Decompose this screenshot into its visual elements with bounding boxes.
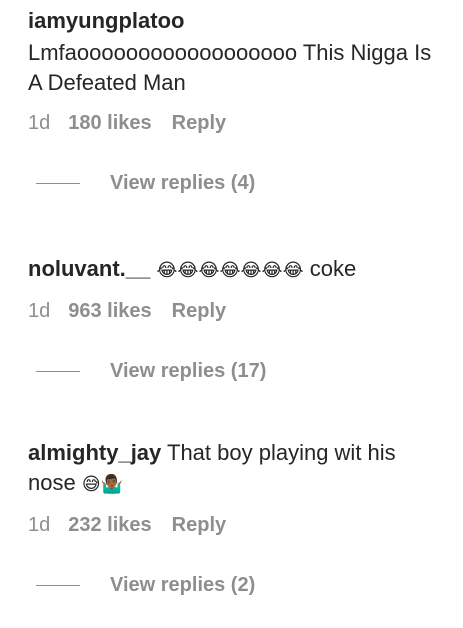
comment: iamyungplatoo Lmfaoooooooooooooooooo Thi… [28,0,438,195]
view-replies-button[interactable]: View replies (17) [28,360,438,383]
comment-username[interactable]: noluvant.__ [28,256,150,281]
comment-text: Lmfaoooooooooooooooooo This Nigga Is A D… [28,40,432,95]
view-replies-label: View replies (4) [110,172,256,194]
comment-timestamp: 1d [28,514,51,536]
comment-likes[interactable]: 963 likes [68,298,151,324]
comment-likes[interactable]: 232 likes [68,512,151,538]
comment-meta: 1d 963 likes Reply [28,298,438,324]
comment-username[interactable]: almighty_jay [28,440,161,465]
reply-button[interactable]: Reply [172,298,226,324]
view-replies-button[interactable]: View replies (4) [28,172,438,195]
reply-button[interactable]: Reply [172,110,226,136]
comment-text: coke [309,256,357,281]
replies-divider-line [36,371,80,372]
comment-timestamp: 1d [28,112,51,134]
comment-body: noluvant.__ 😂😂😂😂😂😂😂 coke [28,252,438,286]
view-replies-label: View replies (17) [110,360,267,382]
reply-button[interactable]: Reply [172,512,226,538]
comment-meta: 1d 232 likes Reply [28,512,438,538]
sweat-smile-shrug-emoji-icon: 😅🤷🏾‍♂️ [81,474,124,495]
comment-likes[interactable]: 180 likes [68,110,151,136]
comment-meta: 1d 180 likes Reply [28,110,438,136]
replies-divider-line [36,585,80,586]
view-replies-label: View replies (2) [110,574,256,596]
comment-username[interactable]: iamyungplatoo [28,6,438,36]
comment-body: almighty_jay That boy playing wit his no… [28,434,438,500]
view-replies-button[interactable]: View replies (2) [28,574,438,597]
comment: noluvant.__ 😂😂😂😂😂😂😂 coke 1d 963 likes Re… [28,252,438,383]
laughing-emoji-icon: 😂😂😂😂😂😂😂 [156,260,304,281]
replies-divider-line [36,183,80,184]
comment-body: iamyungplatoo Lmfaoooooooooooooooooo Thi… [28,0,438,98]
comment: almighty_jay That boy playing wit his no… [28,434,438,597]
comment-timestamp: 1d [28,300,51,322]
